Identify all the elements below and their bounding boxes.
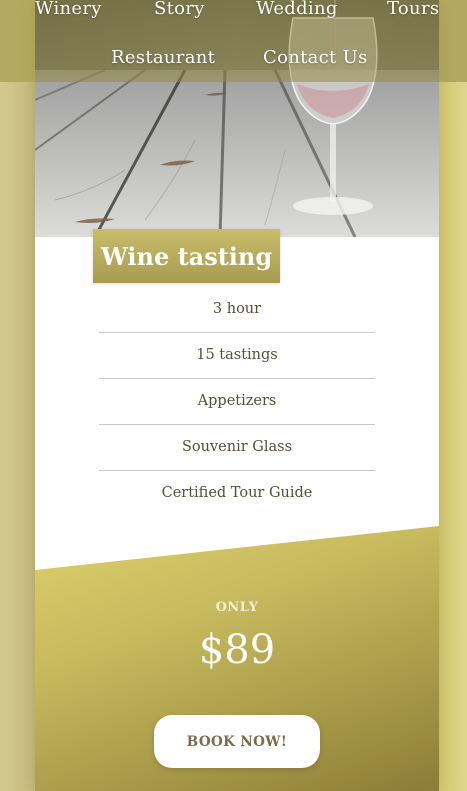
book-now-button[interactable]: BOOK NOW! bbox=[154, 715, 320, 768]
nav-item-wedding[interactable]: Wedding bbox=[256, 0, 338, 19]
tour-title: Wine tasting bbox=[100, 241, 273, 271]
nav-item-tours[interactable]: Tours bbox=[387, 0, 439, 19]
nav-item-winery[interactable]: Winery bbox=[35, 0, 102, 19]
feature-appetizers: Appetizers bbox=[99, 379, 375, 425]
price-value: $89 bbox=[198, 627, 276, 673]
feature-duration: 3 hour bbox=[99, 287, 375, 333]
price-prefix-label: ONLY bbox=[215, 600, 259, 615]
tour-card: Wine tasting 3 hour 15 tastings Appetize… bbox=[35, 0, 439, 791]
nav-item-contact-us[interactable]: Contact Us bbox=[263, 47, 368, 68]
tour-features-list: 3 hour 15 tastings Appetizers Souvenir G… bbox=[99, 287, 375, 516]
feature-souvenir-glass: Souvenir Glass bbox=[99, 425, 375, 471]
feature-tastings: 15 tastings bbox=[99, 333, 375, 379]
left-background bbox=[0, 82, 35, 791]
tour-title-banner: Wine tasting bbox=[93, 229, 280, 283]
right-background bbox=[439, 82, 467, 791]
feature-tour-guide: Certified Tour Guide bbox=[161, 485, 313, 501]
main-navigation: Winery Story Wedding Tours Restaurant Co… bbox=[0, 0, 467, 82]
nav-item-restaurant[interactable]: Restaurant bbox=[111, 47, 215, 68]
nav-item-story[interactable]: Story bbox=[154, 0, 205, 19]
